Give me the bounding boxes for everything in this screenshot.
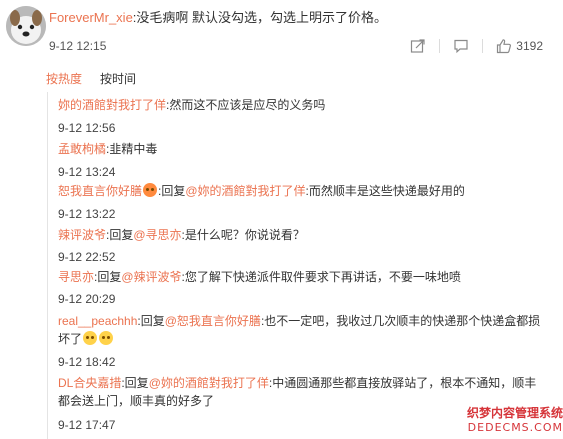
- reply-body: :韭精中毒: [106, 142, 158, 156]
- reply-prefix: :回复: [121, 376, 149, 390]
- sort-tabs: 按热度 按时间: [46, 71, 154, 87]
- comment-text: ForeverMr_xie:没毛病啊 默认没勾选，勾选上明示了价格。: [49, 10, 387, 26]
- tab-sort-by-time[interactable]: 按时间: [100, 71, 136, 87]
- site-watermark: 织梦内容管理系统 DEDECMS.COM: [451, 403, 563, 439]
- reply-body: 坏了: [58, 332, 83, 346]
- watermark-title: 织梦内容管理系统: [466, 406, 563, 420]
- action-divider: [439, 39, 441, 53]
- main-comment: ForeverMr_xie:没毛病啊 默认没勾选，勾选上明示了价格。 9-12 …: [0, 0, 563, 64]
- repost-button[interactable]: [410, 38, 426, 54]
- reply-prefix: :回复: [94, 270, 122, 284]
- reply-username[interactable]: 辣评波爷: [58, 228, 106, 242]
- like-button[interactable]: 3192: [496, 38, 543, 54]
- reply-body: :是什么呢？你说说看？: [181, 228, 305, 242]
- reply-item: 寻思亦:回复@辣评波爷:您了解下快递派件取件要求下再讲话，不要一味地喷: [58, 269, 461, 285]
- like-count: 3192: [516, 39, 543, 53]
- reply-timestamp: 9-12 12:56: [58, 121, 116, 135]
- reply-username[interactable]: real__peachhh: [58, 314, 137, 328]
- reply-item: 妳的酒館對我打了佯:然而这不应该是应尽的义务吗: [58, 97, 325, 113]
- reply-button[interactable]: [453, 38, 469, 54]
- reply-mention[interactable]: @寻思亦: [133, 228, 181, 242]
- reply-username[interactable]: DL合央嘉措: [58, 376, 121, 390]
- reply-list: 妳的酒館對我打了佯:然而这不应该是应尽的义务吗 9-12 12:56 孟敢枸橘:…: [47, 92, 563, 439]
- thumbs-up-icon: [497, 39, 512, 54]
- tab-sort-by-hot[interactable]: 按热度: [46, 71, 82, 87]
- reply-mention[interactable]: @辣评波爷: [121, 270, 181, 284]
- reply-timestamp: 9-12 18:42: [58, 355, 116, 369]
- angry-face-icon: [143, 183, 158, 197]
- reply-item: 辣评波爷:回复@寻思亦:是什么呢？你说说看？: [58, 227, 305, 243]
- crying-face-icon: [99, 331, 114, 345]
- avatar[interactable]: [6, 6, 46, 46]
- reply-prefix: :回复: [158, 184, 186, 198]
- comment-body: :没毛病啊 默认没勾选，勾选上明示了价格。: [132, 10, 388, 25]
- reply-timestamp: 9-12 22:52: [58, 250, 116, 264]
- reply-body: :也不一定吧，我收过几次顺丰的快递那个快递盒都损: [260, 314, 541, 328]
- reply-item-continued: 坏了: [58, 331, 114, 347]
- reply-body: :中通圆通那些都直接放驿站了，根本不通知，顺丰: [268, 376, 537, 390]
- reply-body: :然而这不应该是应尽的义务吗: [166, 98, 326, 112]
- reply-mention[interactable]: @恕我直言你好膳: [165, 314, 261, 328]
- watermark-domain: DEDECMS.COM: [467, 421, 563, 434]
- action-divider: [482, 39, 484, 53]
- reply-item-continued: 都会送上门，顺丰真的好多了: [58, 393, 214, 409]
- reply-item: DL合央嘉措:回复@妳的酒館對我打了佯:中通圆通那些都直接放驿站了，根本不通知，…: [58, 375, 536, 391]
- reply-username[interactable]: 妳的酒館對我打了佯: [58, 98, 166, 112]
- reply-body: :而然顺丰是这些快递最好用的: [305, 184, 465, 198]
- share-icon: [411, 39, 425, 53]
- comment-icon: [454, 39, 468, 54]
- reply-body: 都会送上门，顺丰真的好多了: [58, 394, 215, 408]
- reply-username[interactable]: 恕我直言你好膳: [58, 184, 142, 198]
- reply-item: 恕我直言你好膳 :回复@妳的酒館對我打了佯:而然顺丰是这些快递最好用的: [58, 183, 465, 199]
- reply-timestamp: 9-12 13:22: [58, 207, 116, 221]
- reply-timestamp: 9-12 17:47: [58, 418, 116, 432]
- reply-username[interactable]: 孟敢枸橘: [58, 142, 106, 156]
- reply-timestamp: 9-12 13:24: [58, 165, 116, 179]
- comment-timestamp: 9-12 12:15: [49, 39, 107, 53]
- reply-mention[interactable]: @妳的酒館對我打了佯: [149, 376, 269, 390]
- reply-mention[interactable]: @妳的酒館對我打了佯: [185, 184, 305, 198]
- reply-item: real__peachhh:回复@恕我直言你好膳:也不一定吧，我收过几次顺丰的快…: [58, 313, 540, 329]
- reply-prefix: :回复: [137, 314, 165, 328]
- reply-username[interactable]: 寻思亦: [58, 270, 94, 284]
- comment-actions: 3192: [410, 37, 543, 55]
- crying-face-icon: [83, 331, 98, 345]
- username-link[interactable]: ForeverMr_xie: [49, 10, 133, 25]
- reply-prefix: :回复: [106, 228, 134, 242]
- reply-body: :您了解下快递派件取件要求下再讲话，不要一味地喷: [181, 270, 461, 284]
- reply-item: 孟敢枸橘:韭精中毒: [58, 141, 157, 157]
- reply-timestamp: 9-12 20:29: [58, 292, 116, 306]
